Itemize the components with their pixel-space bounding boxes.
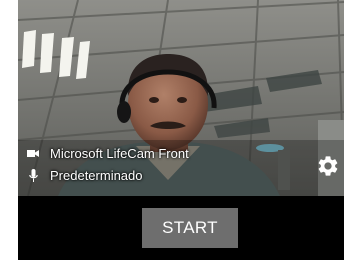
microphone-icon xyxy=(26,169,40,183)
videocam-icon xyxy=(26,147,40,161)
microphone-device-label: Predeterminado xyxy=(50,168,143,183)
settings-button[interactable] xyxy=(316,154,340,178)
microphone-device-row: Predeterminado xyxy=(26,168,143,183)
camera-device-row: Microsoft LifeCam Front xyxy=(26,146,189,161)
start-button[interactable]: START xyxy=(142,208,238,248)
camera-feed-image xyxy=(18,0,344,196)
camera-preview-dialog: Microsoft LifeCam Front Predeterminado S… xyxy=(18,0,344,260)
gear-icon xyxy=(318,156,338,176)
camera-device-label: Microsoft LifeCam Front xyxy=(50,146,189,161)
camera-preview-video xyxy=(18,0,344,196)
